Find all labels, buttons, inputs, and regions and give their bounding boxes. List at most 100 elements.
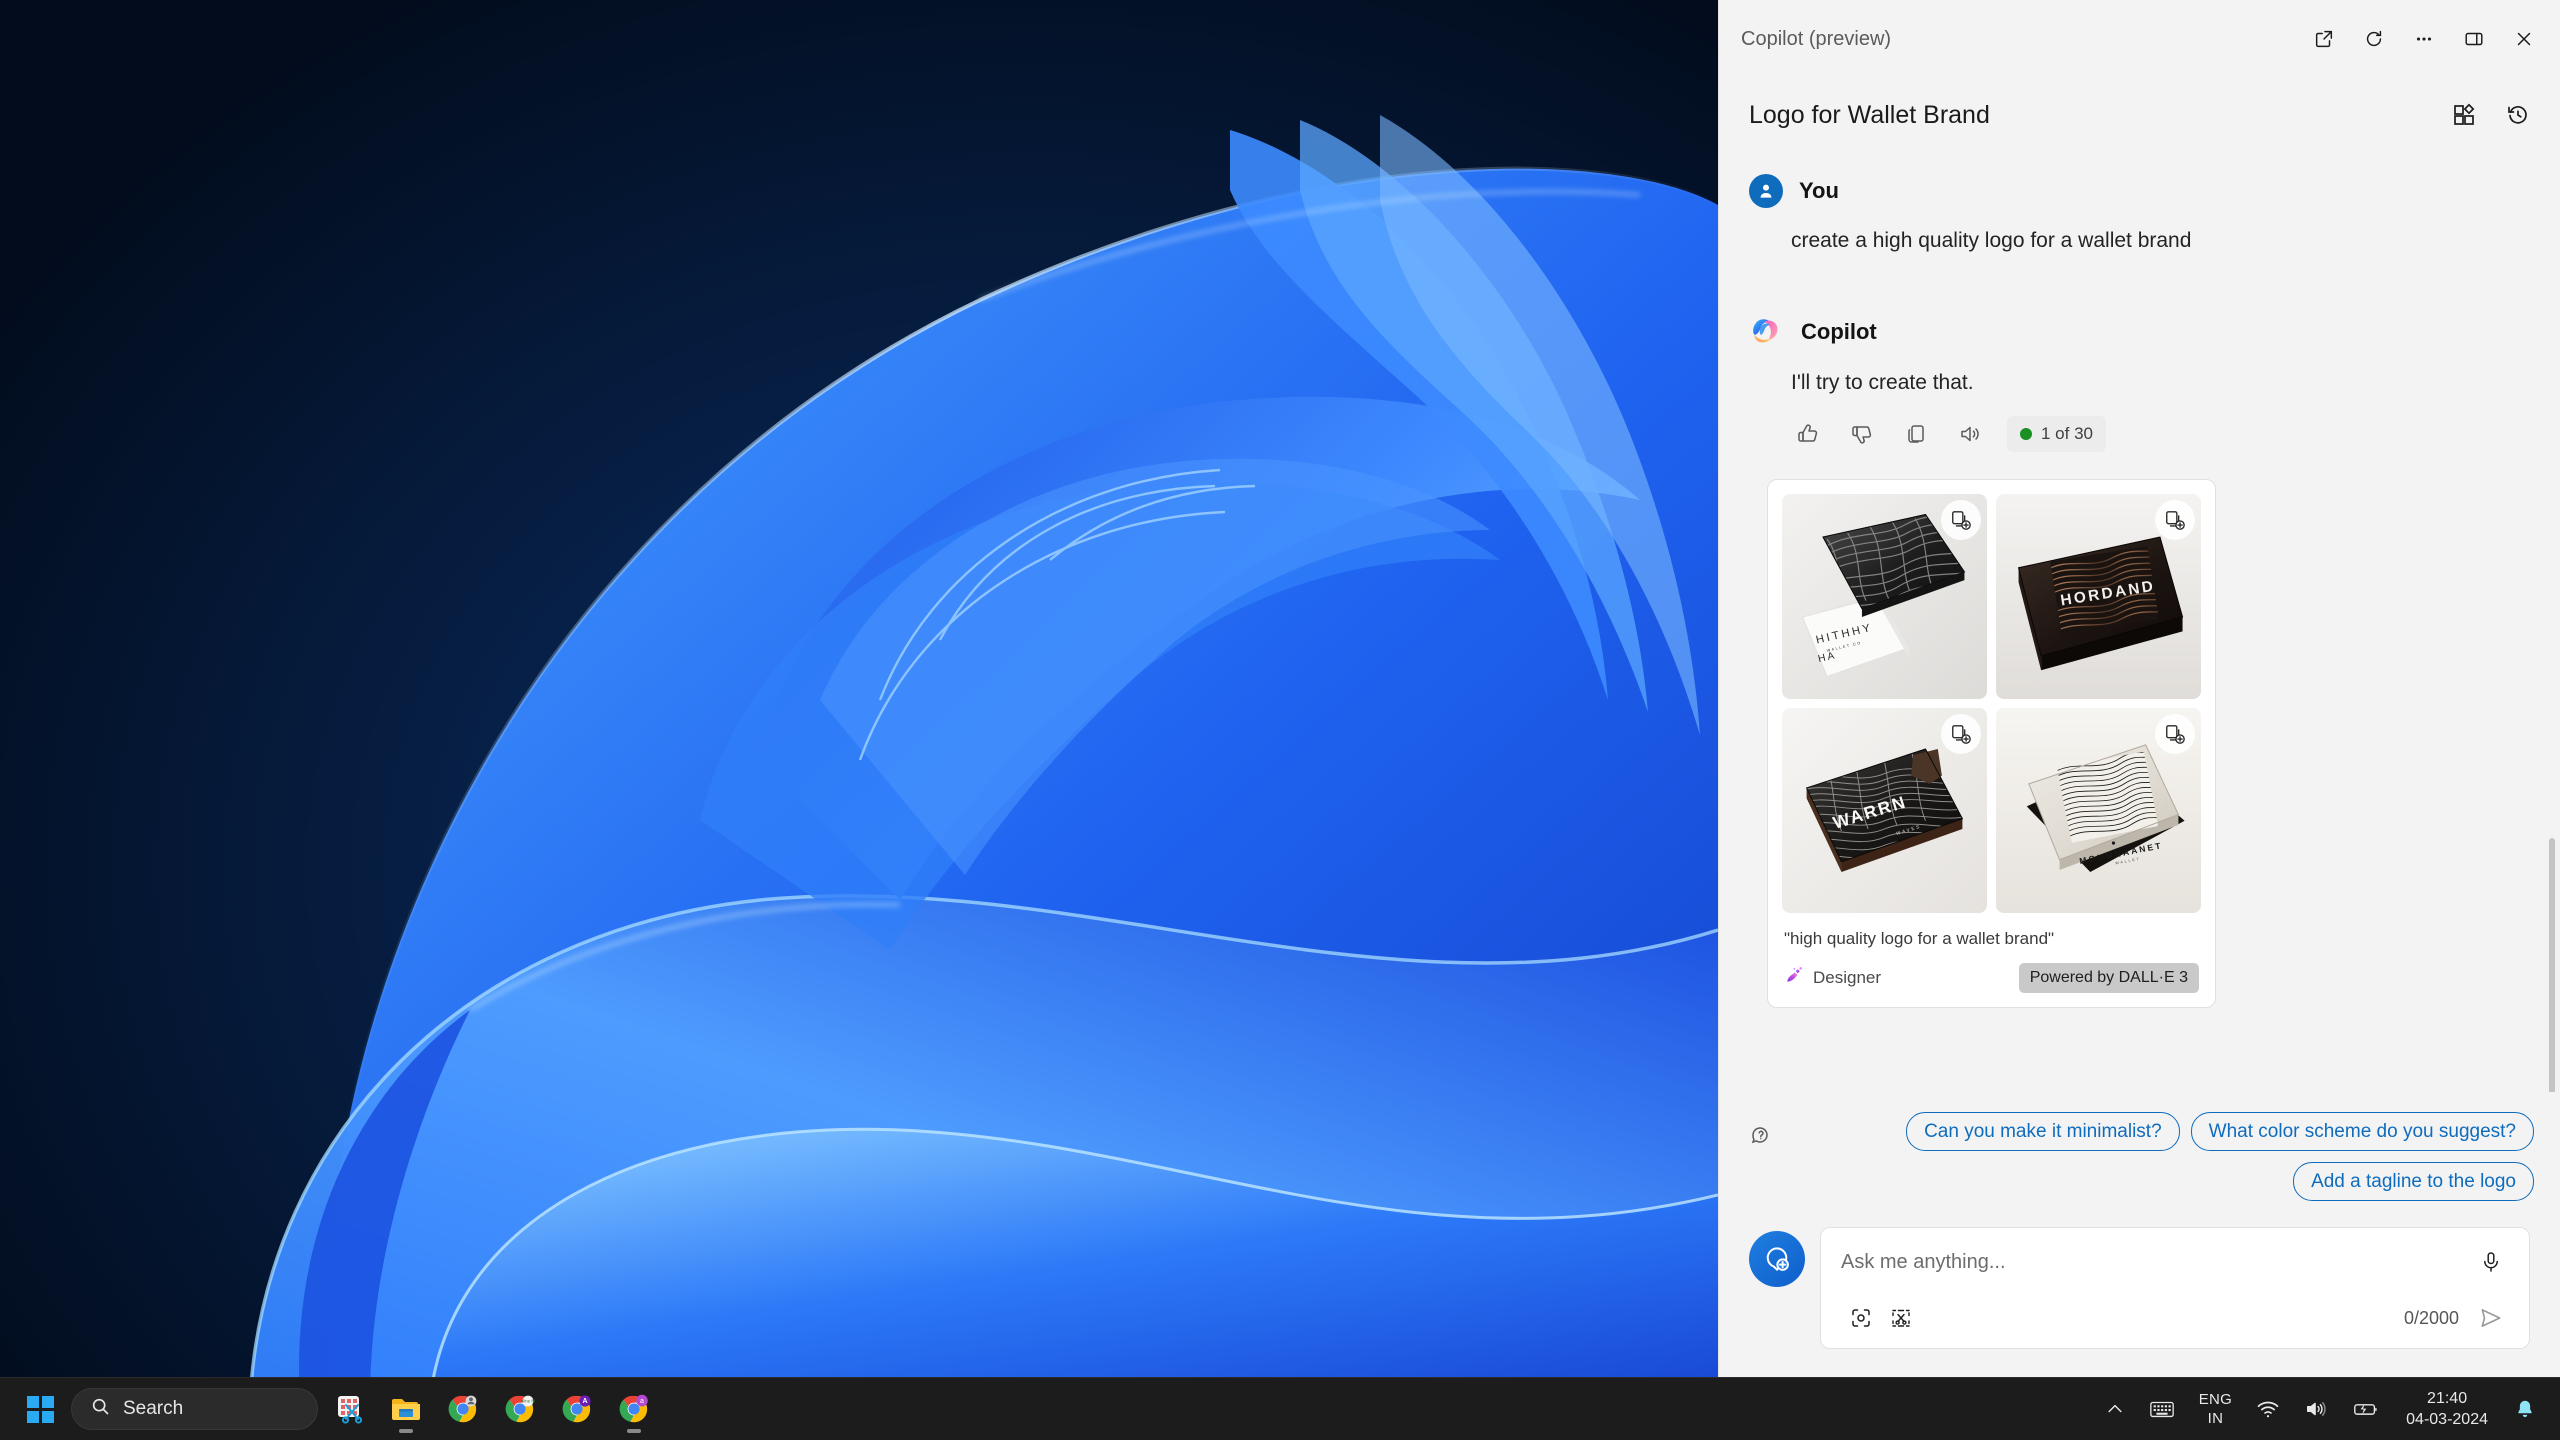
- history-icon[interactable]: [2494, 91, 2542, 139]
- plugins-icon[interactable]: [2440, 91, 2488, 139]
- taskbar-app-chrome-4[interactable]: a: [608, 1383, 660, 1435]
- system-tray: ENG IN 21:40 04-03-2024: [2095, 1385, 2560, 1433]
- message-text: I'll try to create that.: [1791, 371, 1974, 395]
- open-external-icon[interactable]: [2300, 15, 2348, 63]
- taskbar-app-chrome-3[interactable]: A: [551, 1383, 603, 1435]
- input-language-indicator[interactable]: ENG IN: [2189, 1385, 2242, 1433]
- copy-icon[interactable]: [1893, 413, 1939, 455]
- designer-attribution[interactable]: Designer: [1784, 965, 1881, 990]
- windows-logo-icon: [26, 1395, 54, 1423]
- image-card-footer: Designer Powered by DALL·E 3: [1784, 962, 2199, 993]
- microphone-icon[interactable]: [2471, 1244, 2511, 1280]
- suggestion-chip[interactable]: What color scheme do you suggest?: [2190, 1112, 2534, 1151]
- new-chat-icon[interactable]: [1749, 1231, 1805, 1287]
- clock-and-date[interactable]: 21:40 04-03-2024: [2394, 1385, 2500, 1433]
- composer-toolbar: 0/2000: [1841, 1300, 2511, 1336]
- composer-input-row: [1841, 1244, 2511, 1280]
- language-primary: ENG: [2198, 1391, 2233, 1408]
- generated-image-tile[interactable]: MOUMNAANET WALLET: [1996, 707, 2201, 913]
- image-prompt-caption: "high quality logo for a wallet brand": [1784, 928, 2055, 948]
- taskbar-apps: Search nline f9 A a: [14, 1383, 660, 1435]
- copilot-panel: Copilot (preview) Logo for Wallet Brand …: [1718, 0, 2560, 1377]
- thread-actions: [2440, 91, 2542, 139]
- refresh-icon[interactable]: [2350, 15, 2398, 63]
- conversation-scroll-area[interactable]: You create a high quality logo for a wal…: [1719, 152, 2560, 1092]
- wifi-icon[interactable]: [2246, 1385, 2290, 1433]
- message-copilot: Copilot I'll try to create that. 1 of 30…: [1749, 314, 2534, 1008]
- suggestion-chip[interactable]: Add a tagline to the logo: [2293, 1162, 2534, 1201]
- keyboard-layout-icon[interactable]: [2139, 1385, 2185, 1433]
- taskbar-app-chrome-1[interactable]: [437, 1383, 489, 1435]
- taskbar-time: 21:40: [2427, 1390, 2468, 1407]
- taskbar-app-chrome-2[interactable]: nline f9: [494, 1383, 546, 1435]
- wallpaper-bloom: [0, 0, 1718, 1400]
- copilot-titlebar: Copilot (preview): [1719, 0, 2560, 78]
- message-text: create a high quality logo for a wallet …: [1791, 229, 2192, 252]
- running-indicator: [399, 1429, 413, 1433]
- thumbs-up-icon[interactable]: [1785, 413, 1831, 455]
- generated-image-tile[interactable]: HITHHY WALLET CO HA: [1782, 493, 1987, 699]
- suggestion-chips: Can you make it minimalist? What color s…: [1785, 1112, 2534, 1201]
- generated-image-tile[interactable]: HORDAND: [1996, 493, 2201, 699]
- close-icon[interactable]: [2500, 15, 2548, 63]
- question-bubble-icon: [1749, 1124, 1773, 1153]
- notification-bell-icon[interactable]: [2504, 1385, 2546, 1433]
- suggestion-chip[interactable]: Can you make it minimalist?: [1906, 1112, 2180, 1151]
- chat-input[interactable]: [1841, 1250, 2471, 1274]
- desktop[interactable]: [0, 0, 1718, 1440]
- copilot-window-title: Copilot (preview): [1741, 27, 1892, 50]
- screen-root: Copilot (preview) Logo for Wallet Brand …: [0, 0, 2560, 1440]
- composer-area: 0/2000: [1719, 1209, 2560, 1377]
- generated-image-tile[interactable]: WARRN WAVES: [1782, 707, 1987, 913]
- scrollbar-thumb[interactable]: [2549, 838, 2555, 1092]
- taskbar: Search nline f9 A a ENG IN 21:40 04-03-2…: [0, 1377, 2560, 1440]
- message-header: Copilot: [1749, 314, 2534, 350]
- copilot-logo-icon: [1749, 314, 1785, 350]
- volume-icon[interactable]: [2294, 1385, 2338, 1433]
- svg-text:a: a: [640, 1398, 644, 1405]
- taskbar-date: 04-03-2024: [2406, 1411, 2488, 1428]
- designer-wand-icon: [1784, 965, 1804, 990]
- conversation-scrollbar[interactable]: [2549, 838, 2555, 1092]
- add-to-collection-icon[interactable]: [2155, 499, 2195, 540]
- taskbar-app-file-explorer[interactable]: [380, 1383, 432, 1435]
- page-title: Logo for Wallet Brand: [1749, 100, 1990, 129]
- message-user: You create a high quality logo for a wal…: [1749, 174, 2534, 256]
- language-secondary: IN: [2207, 1410, 2224, 1427]
- user-avatar: [1749, 174, 1783, 208]
- svg-text:A: A: [582, 1398, 587, 1405]
- response-action-bar: 1 of 30: [1785, 413, 2534, 455]
- svg-text:nline f9: nline f9: [521, 1399, 536, 1404]
- titlebar-actions: [2300, 15, 2548, 63]
- running-indicator: [627, 1429, 641, 1433]
- show-hidden-icons-icon[interactable]: [2095, 1385, 2135, 1433]
- ellipsis-icon[interactable]: [2400, 15, 2448, 63]
- add-to-collection-icon[interactable]: [2155, 713, 2195, 754]
- suggestions-area: Can you make it minimalist? What color s…: [1719, 1092, 2560, 1209]
- visual-search-icon[interactable]: [1841, 1300, 1881, 1336]
- message-header: You: [1749, 174, 2534, 208]
- message-composer: 0/2000: [1820, 1227, 2530, 1349]
- battery-charging-icon[interactable]: [2342, 1385, 2390, 1433]
- designer-label: Designer: [1813, 967, 1882, 987]
- add-to-collection-icon[interactable]: [1941, 713, 1981, 754]
- taskbar-app-snipping-tool[interactable]: [323, 1383, 375, 1435]
- turn-counter-label: 1 of 30: [2041, 423, 2093, 443]
- message-author: You: [1799, 178, 1839, 203]
- turn-counter[interactable]: 1 of 30: [2007, 415, 2106, 452]
- panel-layout-icon[interactable]: [2450, 15, 2498, 63]
- speaker-icon[interactable]: [1947, 413, 1993, 455]
- message-author: Copilot: [1801, 319, 1877, 345]
- search-placeholder-label: Search: [123, 1398, 184, 1419]
- status-dot: [2020, 427, 2032, 440]
- send-icon[interactable]: [2471, 1300, 2511, 1336]
- start-button[interactable]: [14, 1383, 66, 1435]
- thumbs-down-icon[interactable]: [1839, 413, 1885, 455]
- search-icon: [90, 1396, 111, 1423]
- taskbar-search[interactable]: Search: [71, 1388, 318, 1430]
- image-grid: HITHHY WALLET CO HA HORDAND WARRN WAVES …: [1782, 493, 2201, 913]
- image-results-card: HITHHY WALLET CO HA HORDAND WARRN WAVES …: [1767, 478, 2216, 1008]
- screenshot-snip-icon[interactable]: [1881, 1300, 1921, 1336]
- add-to-collection-icon[interactable]: [1941, 499, 1981, 540]
- powered-by-badge: Powered by DALL·E 3: [2018, 962, 2199, 993]
